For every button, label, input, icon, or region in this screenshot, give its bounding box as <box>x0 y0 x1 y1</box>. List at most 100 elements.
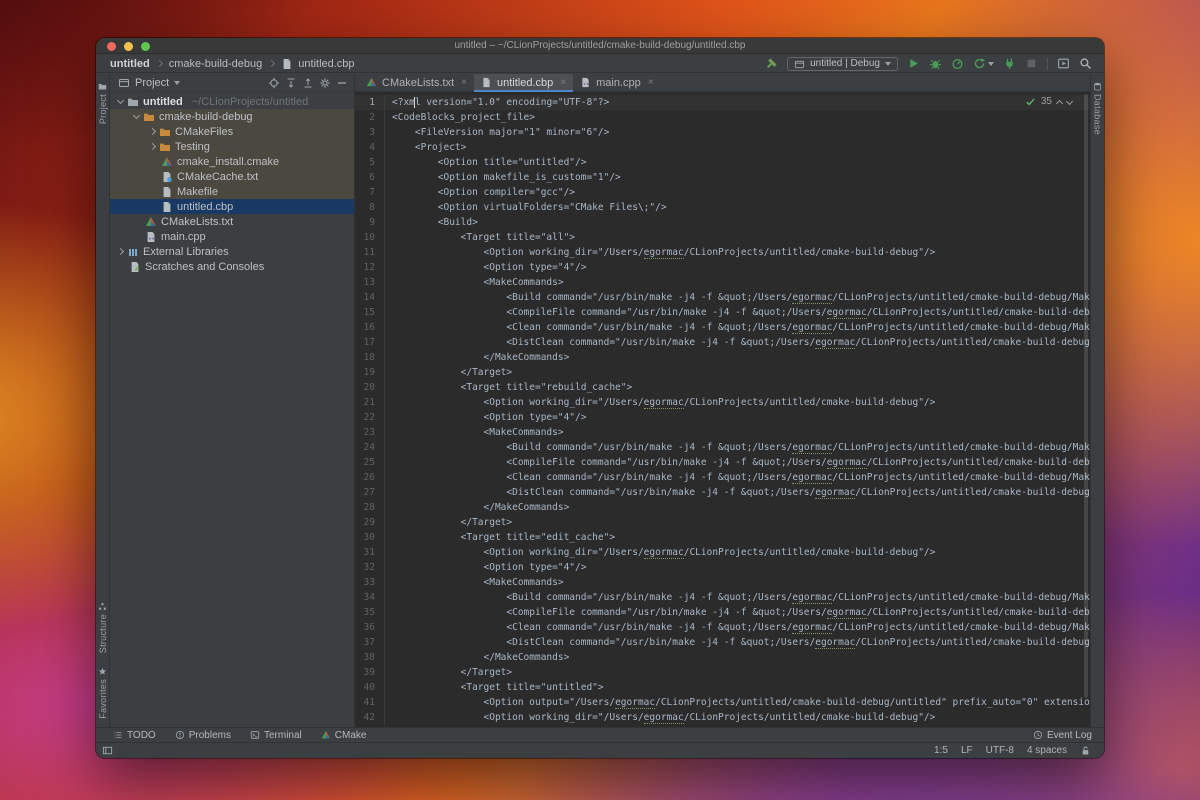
prev-problem-icon[interactable] <box>1056 99 1063 106</box>
profiler-icon[interactable] <box>951 57 964 70</box>
code-line[interactable]: 20 <Target title="rebuild_cache"> <box>355 380 1090 395</box>
code-line[interactable]: 24 <Build command="/usr/bin/make -j4 -f … <box>355 440 1090 455</box>
tree-item-main-cpp[interactable]: main.cpp <box>110 229 354 244</box>
code-line[interactable]: 28 </MakeCommands> <box>355 500 1090 515</box>
chevron-down-icon[interactable] <box>174 81 180 85</box>
breadcrumb-item[interactable]: untitled.cbp <box>298 58 354 70</box>
tool-window-button-problems[interactable]: Problems <box>175 730 231 741</box>
code-line[interactable]: 19 </Target> <box>355 365 1090 380</box>
next-problem-icon[interactable] <box>1066 97 1073 104</box>
hide-panel-icon[interactable] <box>336 77 348 89</box>
tree-item-makefile[interactable]: Makefile <box>110 184 354 199</box>
chevron-down-icon[interactable] <box>133 112 140 119</box>
code-line[interactable]: 37 <DistClean command="/usr/bin/make -j4… <box>355 635 1090 650</box>
code-line[interactable]: 34 <Build command="/usr/bin/make -j4 -f … <box>355 590 1090 605</box>
code-line[interactable]: 11 <Option working_dir="/Users/egormac/C… <box>355 245 1090 260</box>
code-line[interactable]: 35 <CompileFile command="/usr/bin/make -… <box>355 605 1090 620</box>
code-line[interactable]: 39 </Target> <box>355 665 1090 680</box>
code-line[interactable]: 5 <Option title="untitled"/> <box>355 155 1090 170</box>
breadcrumb-item[interactable]: untitled <box>110 58 150 70</box>
code-line[interactable]: 13 <MakeCommands> <box>355 275 1090 290</box>
code-line[interactable]: 10 <Target title="all"> <box>355 230 1090 245</box>
collapse-all-icon[interactable] <box>302 77 314 89</box>
code-line[interactable]: 6 <Option makefile_is_custom="1"/> <box>355 170 1090 185</box>
code-editor[interactable]: 35 1<?xml version="1.0" encoding="UTF-8"… <box>355 92 1090 727</box>
tool-window-button-terminal[interactable]: Terminal <box>250 730 302 741</box>
inspections-widget[interactable]: 35 <box>1023 96 1074 107</box>
search-everywhere-icon[interactable] <box>1079 57 1092 70</box>
code-line[interactable]: 27 <DistClean command="/usr/bin/make -j4… <box>355 485 1090 500</box>
code-line[interactable]: 8 <Option virtualFolders="CMake Files\;"… <box>355 200 1090 215</box>
chevron-right-icon[interactable] <box>117 248 124 255</box>
code-line[interactable]: 4 <Project> <box>355 140 1090 155</box>
code-line[interactable]: 16 <Clean command="/usr/bin/make -j4 -f … <box>355 320 1090 335</box>
code-line[interactable]: 25 <CompileFile command="/usr/bin/make -… <box>355 455 1090 470</box>
run-with-coverage-icon[interactable] <box>973 57 986 70</box>
status-file-encoding[interactable]: UTF-8 <box>986 745 1014 756</box>
close-icon[interactable]: × <box>560 77 566 88</box>
code-line[interactable]: 7 <Option compiler="gcc"/> <box>355 185 1090 200</box>
tree-item-cmake-build-debug[interactable]: cmake-build-debug <box>110 109 354 124</box>
editor-scrollbar[interactable] <box>1082 94 1089 723</box>
tool-button-structure[interactable]: Structure <box>98 602 108 653</box>
tool-button-project[interactable]: Project <box>98 82 108 124</box>
code-line[interactable]: 31 <Option working_dir="/Users/egormac/C… <box>355 545 1090 560</box>
tree-item-cmakelists-txt[interactable]: CMakeLists.txt <box>110 214 354 229</box>
code-line[interactable]: 9 <Build> <box>355 215 1090 230</box>
tree-item-untitled[interactable]: untitled~/CLionProjects/untitled <box>110 94 354 109</box>
tool-window-button-todo[interactable]: TODO <box>113 730 156 741</box>
tool-window-toggle-icon[interactable] <box>102 745 113 756</box>
code-line[interactable]: 1<?xml version="1.0" encoding="UTF-8"?> <box>355 95 1090 110</box>
close-icon[interactable]: × <box>648 77 654 88</box>
code-line[interactable]: 32 <Option type="4"/> <box>355 560 1090 575</box>
code-line[interactable]: 23 <MakeCommands> <box>355 425 1090 440</box>
code-line[interactable]: 22 <Option type="4"/> <box>355 410 1090 425</box>
build-hammer-icon[interactable] <box>765 57 778 70</box>
code-line[interactable]: 17 <DistClean command="/usr/bin/make -j4… <box>355 335 1090 350</box>
code-line[interactable]: 36 <Clean command="/usr/bin/make -j4 -f … <box>355 620 1090 635</box>
code-line[interactable]: 3 <FileVersion major="1" minor="6"/> <box>355 125 1090 140</box>
code-line[interactable]: 33 <MakeCommands> <box>355 575 1090 590</box>
tree-item-cmakefiles[interactable]: CMakeFiles <box>110 124 354 139</box>
tree-item-testing[interactable]: Testing <box>110 139 354 154</box>
tree-item-external-libraries[interactable]: External Libraries <box>110 244 354 259</box>
code-line[interactable]: 40 <Target title="untitled"> <box>355 680 1090 695</box>
code-line[interactable]: 30 <Target title="edit_cache"> <box>355 530 1090 545</box>
status-line-separator[interactable]: LF <box>961 745 973 756</box>
tree-item-cmake-install-cmake[interactable]: cmake_install.cmake <box>110 154 354 169</box>
scrollbar-thumb[interactable] <box>1084 94 1088 698</box>
code-line[interactable]: 14 <Build command="/usr/bin/make -j4 -f … <box>355 290 1090 305</box>
code-line[interactable]: 18 </MakeCommands> <box>355 350 1090 365</box>
debug-button-icon[interactable] <box>929 57 942 70</box>
code-line[interactable]: 21 <Option working_dir="/Users/egormac/C… <box>355 395 1090 410</box>
chevron-down-icon[interactable] <box>117 97 124 104</box>
running-windows-icon[interactable] <box>1057 57 1070 70</box>
tree-item-untitled-cbp[interactable]: untitled.cbp <box>110 199 354 214</box>
code-line[interactable]: 41 <Option output="/Users/egormac/CLionP… <box>355 695 1090 710</box>
attach-process-icon[interactable] <box>1003 57 1016 70</box>
run-button-icon[interactable] <box>907 57 920 70</box>
tab-untitled-cbp[interactable]: untitled.cbp× <box>474 74 573 91</box>
status-indent-style[interactable]: 4 spaces <box>1027 745 1067 756</box>
chevron-right-icon[interactable] <box>149 128 156 135</box>
status-caret-position[interactable]: 1:5 <box>934 745 948 756</box>
code-line[interactable]: 2<CodeBlocks_project_file> <box>355 110 1090 125</box>
tab-main-cpp[interactable]: main.cpp× <box>573 74 660 91</box>
tool-window-button-cmake[interactable]: CMake <box>321 730 367 741</box>
code-line[interactable]: 38 </MakeCommands> <box>355 650 1090 665</box>
run-configuration-selector[interactable]: untitled | Debug <box>787 57 898 71</box>
tree-item-cmakecache-txt[interactable]: CMakeCache.txt <box>110 169 354 184</box>
project-panel-title[interactable]: Project <box>135 77 169 89</box>
locate-file-icon[interactable] <box>268 77 280 89</box>
expand-all-icon[interactable] <box>285 77 297 89</box>
code-line[interactable]: 26 <Clean command="/usr/bin/make -j4 -f … <box>355 470 1090 485</box>
chevron-right-icon[interactable] <box>149 143 156 150</box>
breadcrumb-item[interactable]: cmake-build-debug <box>169 58 263 70</box>
tab-cmakelists-txt[interactable]: CMakeLists.txt× <box>359 74 474 91</box>
tool-button-favorites[interactable]: Favorites <box>98 667 108 719</box>
event-log-button[interactable]: Event Log <box>1033 730 1104 741</box>
tree-item-scratches-and-consoles[interactable]: Scratches and Consoles <box>110 259 354 274</box>
gear-icon[interactable] <box>319 77 331 89</box>
titlebar[interactable]: untitled – ~/CLionProjects/untitled/cmak… <box>96 38 1104 54</box>
code-line[interactable]: 29 </Target> <box>355 515 1090 530</box>
